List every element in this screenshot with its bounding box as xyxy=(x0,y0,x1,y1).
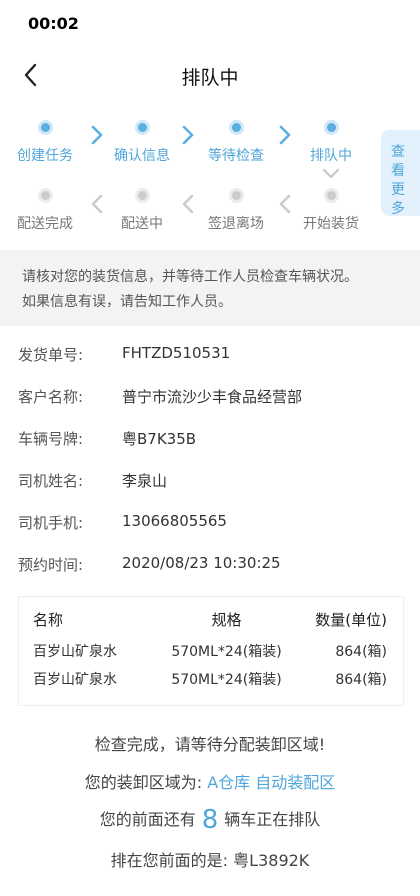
page-title: 排队中 xyxy=(181,67,239,89)
step-label: 排队中 xyxy=(310,148,352,164)
view-more-tab[interactable]: 查看更多 xyxy=(381,130,420,217)
step-create-task: 创建任务 xyxy=(0,120,90,165)
view-more-label: 查看更多 xyxy=(391,144,405,217)
info-row-order-number: 发货单号: FHTZD510531 xyxy=(18,344,408,368)
info-row-plate: 车辆号牌: 粤B7K35B xyxy=(18,428,408,452)
step-label: 签退离场 xyxy=(208,216,264,232)
info-row-driver-name: 司机姓名: 李泉山 xyxy=(18,470,408,494)
step-label: 确认信息 xyxy=(114,148,170,164)
info-value: 普宁市流沙少丰食品经营部 xyxy=(122,388,303,406)
step-label: 配送中 xyxy=(121,216,163,232)
info-label: 预约时间: xyxy=(18,556,84,574)
table-row: 百岁山矿泉水 570ML*24(箱装) 864(箱) xyxy=(19,669,405,693)
step-wait-check: 等待检查 xyxy=(191,120,281,165)
info-row-driver-phone: 司机手机: 13066805565 xyxy=(18,512,408,536)
step-dot xyxy=(37,120,53,135)
cell-quantity: 864(箱) xyxy=(335,644,387,660)
step-dot xyxy=(323,188,339,203)
cell-quantity: 864(箱) xyxy=(335,672,387,688)
info-value: 2020/08/23 10:30:25 xyxy=(122,554,281,572)
notice-line-2: 如果信息有误，请告知工作人员。 xyxy=(22,294,232,310)
step-start-loading: 开始装货 xyxy=(286,188,376,233)
cell-name: 百岁山矿泉水 xyxy=(33,644,117,660)
step-label: 创建任务 xyxy=(17,148,73,164)
info-row-appointment-time: 预约时间: 2020/08/23 10:30:25 xyxy=(18,554,408,578)
info-label: 司机姓名: xyxy=(18,472,84,490)
loading-area-label: 您的装卸区域为: xyxy=(84,773,203,792)
column-header-spec: 规格 xyxy=(211,611,242,629)
info-row-customer: 客户名称: 普宁市流沙少丰食品经营部 xyxy=(18,386,408,410)
vehicle-ahead-label: 排在您前面的是: xyxy=(110,851,229,870)
cell-name: 百岁山矿泉水 xyxy=(33,672,117,688)
check-complete-message: 检查完成，请等待分配装卸区域! xyxy=(94,735,326,754)
info-label: 发货单号: xyxy=(18,346,84,364)
step-delivery-done: 配送完成 xyxy=(0,188,90,233)
chevron-down-icon xyxy=(322,168,340,179)
info-value: 粤B7K35B xyxy=(122,430,197,448)
column-header-quantity: 数量(单位) xyxy=(315,611,387,629)
notice-line-1: 请核对您的装货信息，并等待工作人员检查车辆状况。 xyxy=(22,269,358,285)
nav-bar: 排队中 xyxy=(0,52,420,98)
queue-prefix: 您的前面还有 xyxy=(99,810,196,829)
queue-suffix: 辆车正在排队 xyxy=(224,810,321,829)
info-value: 李泉山 xyxy=(122,472,168,490)
loading-area-line: 您的装卸区域为: A仓库 自动装配区 xyxy=(0,769,420,793)
info-label: 司机手机: xyxy=(18,514,84,532)
notice-banner: 请核对您的装货信息，并等待工作人员检查车辆状况。 如果信息有误，请告知工作人员。 xyxy=(0,250,420,326)
step-confirm-info: 确认信息 xyxy=(97,120,187,165)
table-row: 百岁山矿泉水 570ML*24(箱装) 864(箱) xyxy=(19,641,405,665)
status-bar: 00:02 xyxy=(0,0,420,48)
step-dot xyxy=(37,188,53,203)
step-delivering: 配送中 xyxy=(97,188,187,233)
step-dot xyxy=(134,188,150,203)
step-queuing: 排队中 xyxy=(286,120,376,165)
step-progress: 创建任务 确认信息 等待检查 排队中 配送完成 配送中 签退离场 开始装货 xyxy=(0,112,380,242)
info-value: FHTZD510531 xyxy=(122,344,231,362)
step-sign-out: 签退离场 xyxy=(191,188,281,233)
cell-spec: 570ML*24(箱装) xyxy=(171,672,282,688)
vehicle-ahead-plate: 粤L3892K xyxy=(233,851,310,870)
status-time: 00:02 xyxy=(28,14,79,33)
queue-count: 8 xyxy=(201,805,219,835)
info-label: 客户名称: xyxy=(18,388,84,406)
info-label: 车辆号牌: xyxy=(18,430,84,448)
goods-table: 名称 规格 数量(单位) 百岁山矿泉水 570ML*24(箱装) 864(箱) … xyxy=(18,596,404,706)
step-dot xyxy=(323,120,339,135)
step-label: 配送完成 xyxy=(17,216,73,232)
cell-spec: 570ML*24(箱装) xyxy=(171,644,282,660)
column-header-name: 名称 xyxy=(33,611,64,629)
step-dot xyxy=(228,120,244,135)
step-label: 等待检查 xyxy=(208,148,264,164)
vehicle-ahead-line: 排在您前面的是: 粤L3892K xyxy=(0,847,420,871)
table-header: 名称 规格 数量(单位) xyxy=(19,609,405,633)
step-label: 开始装货 xyxy=(303,216,359,232)
queue-count-line: 您的前面还有 8 辆车正在排队 xyxy=(0,805,420,835)
step-dot xyxy=(134,120,150,135)
info-value[interactable]: 13066805565 xyxy=(122,512,227,530)
step-dot xyxy=(228,188,244,203)
loading-area-value: A仓库 自动装配区 xyxy=(207,773,336,792)
